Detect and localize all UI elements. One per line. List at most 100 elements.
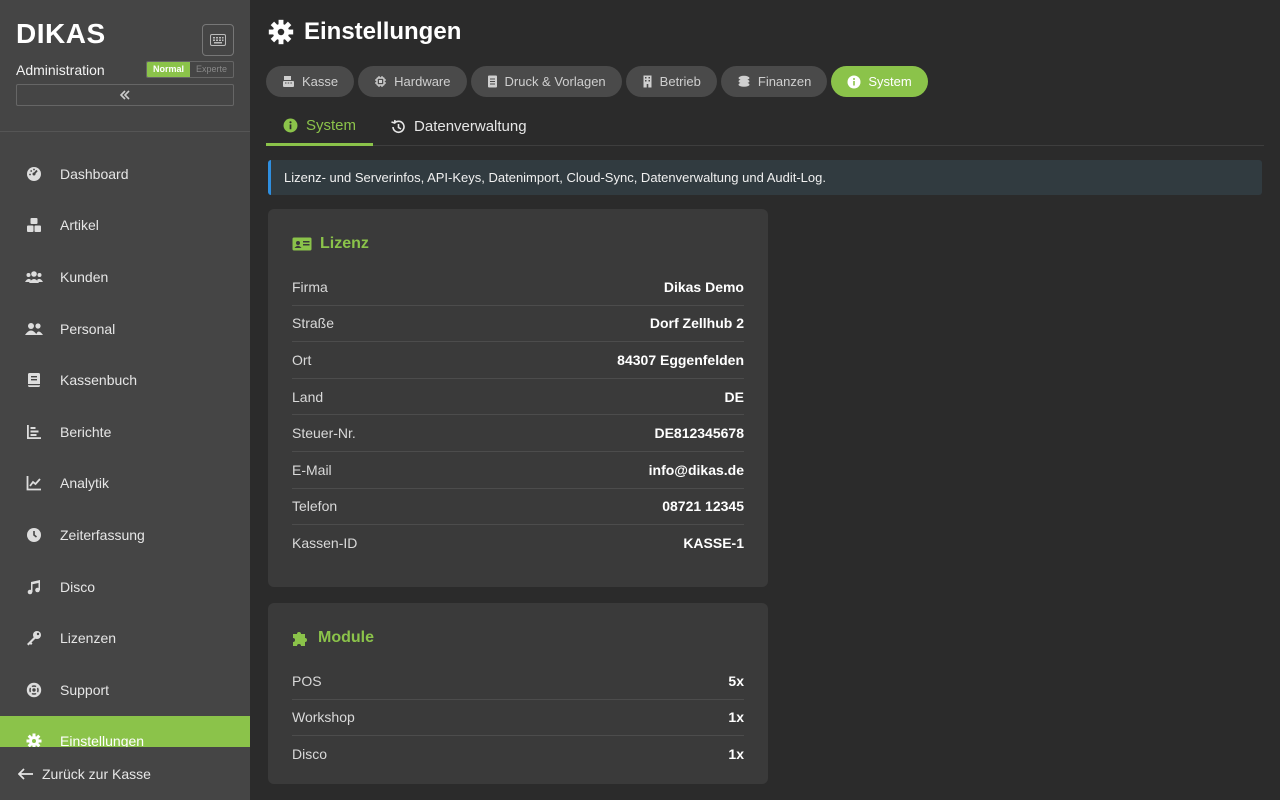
row-value: KASSE-1 <box>683 535 744 552</box>
document-icon <box>487 75 498 88</box>
row-key: Land <box>292 388 324 405</box>
chip-icon <box>374 75 387 88</box>
card-title-text: Lizenz <box>320 235 369 252</box>
sidebar-item-disco[interactable]: Disco <box>0 561 250 613</box>
subtab-datenverwaltung[interactable]: Datenverwaltung <box>373 108 544 145</box>
boxes-icon <box>24 215 44 235</box>
license-row: Telefon 08721 12345 <box>292 489 744 526</box>
module-row: Workshop 1x <box>292 700 744 737</box>
mode-normal-button[interactable]: Normal <box>146 62 190 77</box>
row-value: 84307 Eggenfelden <box>617 351 744 368</box>
subtab-label: System <box>306 117 357 134</box>
sidebar-item-berichte[interactable]: Berichte <box>0 406 250 458</box>
row-key: POS <box>292 672 322 689</box>
sidebar-item-artikel[interactable]: Artikel <box>0 200 250 252</box>
license-card: Lizenz Firma Dikas Demo Straße Dorf Zellhu… <box>268 209 768 587</box>
sidebar-item-analytik[interactable]: Analytik <box>0 458 250 510</box>
license-row: Steuer-Nr. DE812345678 <box>292 415 744 452</box>
row-value: info@dikas.de <box>648 461 744 478</box>
brand: DIKAS Administration Normal Experte <box>0 0 250 132</box>
row-key: Ort <box>292 351 312 368</box>
sidebar-item-label: Analytik <box>60 475 110 492</box>
register-icon <box>282 75 295 88</box>
card-title: Module <box>292 627 744 649</box>
sidebar-item-label: Kunden <box>60 268 109 285</box>
info-icon <box>283 118 298 133</box>
sidebar-item-zeiterfassung[interactable]: Zeiterfassung <box>0 509 250 561</box>
sidebar-item-label: Disco <box>60 578 96 595</box>
book-icon <box>24 370 44 390</box>
keyboard-icon <box>210 34 226 46</box>
tab-label: Hardware <box>394 74 451 89</box>
keyboard-button[interactable] <box>202 24 234 56</box>
sidebar-item-label: Support <box>60 681 110 698</box>
module-row: Disco 1x <box>292 736 744 773</box>
sidebar-item-kassenbuch[interactable]: Kassenbuch <box>0 354 250 406</box>
license-row: Straße Dorf Zellhub 2 <box>292 306 744 343</box>
tab-betrieb[interactable]: Betrieb <box>625 66 717 97</box>
row-value: Dikas Demo <box>663 278 744 295</box>
license-row: Firma Dikas Demo <box>292 269 744 306</box>
row-value: DE812345678 <box>654 425 744 442</box>
tab-hardware[interactable]: Hardware <box>358 66 467 97</box>
line-chart-icon <box>24 473 44 493</box>
system-subtabs: System Datenverwaltung <box>266 108 1264 146</box>
arrow-left-icon <box>18 767 34 780</box>
module-row: POS 5x <box>292 663 744 700</box>
clock-icon <box>24 525 44 545</box>
info-icon <box>847 75 861 89</box>
card-title: Lizenz <box>292 233 744 255</box>
bar-chart-icon <box>24 422 44 442</box>
sidebar-item-label: Berichte <box>60 423 112 440</box>
gear-icon <box>268 19 294 45</box>
sidebar-item-kunden[interactable]: Kunden <box>0 251 250 303</box>
history-icon <box>390 119 406 135</box>
settings-category-tabs: Kasse Hardware Druck & Vorlagen Betrieb … <box>266 66 928 97</box>
row-key: Workshop <box>292 709 355 726</box>
back-to-register-link[interactable]: Zurück zur Kasse <box>0 747 250 800</box>
license-row: E-Mail info@dikas.de <box>292 452 744 489</box>
modules-card: Module POS 5x Workshop 1x Disco 1x <box>268 603 768 784</box>
coins-icon <box>737 75 751 88</box>
collapse-sidebar-button[interactable] <box>16 84 234 106</box>
tab-label: Kasse <box>302 74 339 89</box>
sidebar: DIKAS Administration Normal Experte Dash… <box>0 0 250 800</box>
music-icon <box>24 577 44 597</box>
building-icon <box>642 75 653 88</box>
sidebar-nav: Dashboard Artikel Kunden Personal Kassen… <box>0 148 250 768</box>
sidebar-item-support[interactable]: Support <box>0 664 250 716</box>
sidebar-item-personal[interactable]: Personal <box>0 303 250 355</box>
row-key: E-Mail <box>292 461 332 478</box>
user-group-icon <box>24 319 44 339</box>
row-value: DE <box>724 388 744 405</box>
tab-druck-vorlagen[interactable]: Druck & Vorlagen <box>470 66 622 97</box>
row-value: 08721 12345 <box>662 498 744 515</box>
double-chevron-left-icon <box>119 90 130 100</box>
mode-toggle: Normal Experte <box>145 61 234 78</box>
key-icon <box>24 628 44 648</box>
mode-expert-button[interactable]: Experte <box>190 62 233 77</box>
row-key: Firma <box>292 278 328 295</box>
sidebar-item-label: Dashboard <box>60 165 129 182</box>
sidebar-item-label: Kassenbuch <box>60 372 138 389</box>
users-icon <box>24 267 44 287</box>
sidebar-item-label: Artikel <box>60 217 99 234</box>
license-row: Land DE <box>292 379 744 416</box>
tab-kasse[interactable]: Kasse <box>266 66 355 97</box>
dashboard-icon <box>24 164 44 184</box>
tab-label: System <box>868 74 912 89</box>
row-key: Kassen-ID <box>292 535 358 552</box>
row-key: Steuer-Nr. <box>292 425 356 442</box>
sidebar-item-label: Lizenzen <box>60 630 117 647</box>
sidebar-item-dashboard[interactable]: Dashboard <box>0 148 250 200</box>
tab-finanzen[interactable]: Finanzen <box>720 66 828 97</box>
sidebar-item-lizenzen[interactable]: Lizenzen <box>0 612 250 664</box>
row-key: Telefon <box>292 498 338 515</box>
lifebuoy-icon <box>24 680 44 700</box>
tab-system[interactable]: System <box>831 66 928 97</box>
tab-label: Betrieb <box>659 74 701 89</box>
subtab-system[interactable]: System <box>266 108 374 146</box>
id-card-icon <box>292 237 312 251</box>
puzzle-icon <box>292 629 310 647</box>
tab-label: Finanzen <box>757 74 812 89</box>
